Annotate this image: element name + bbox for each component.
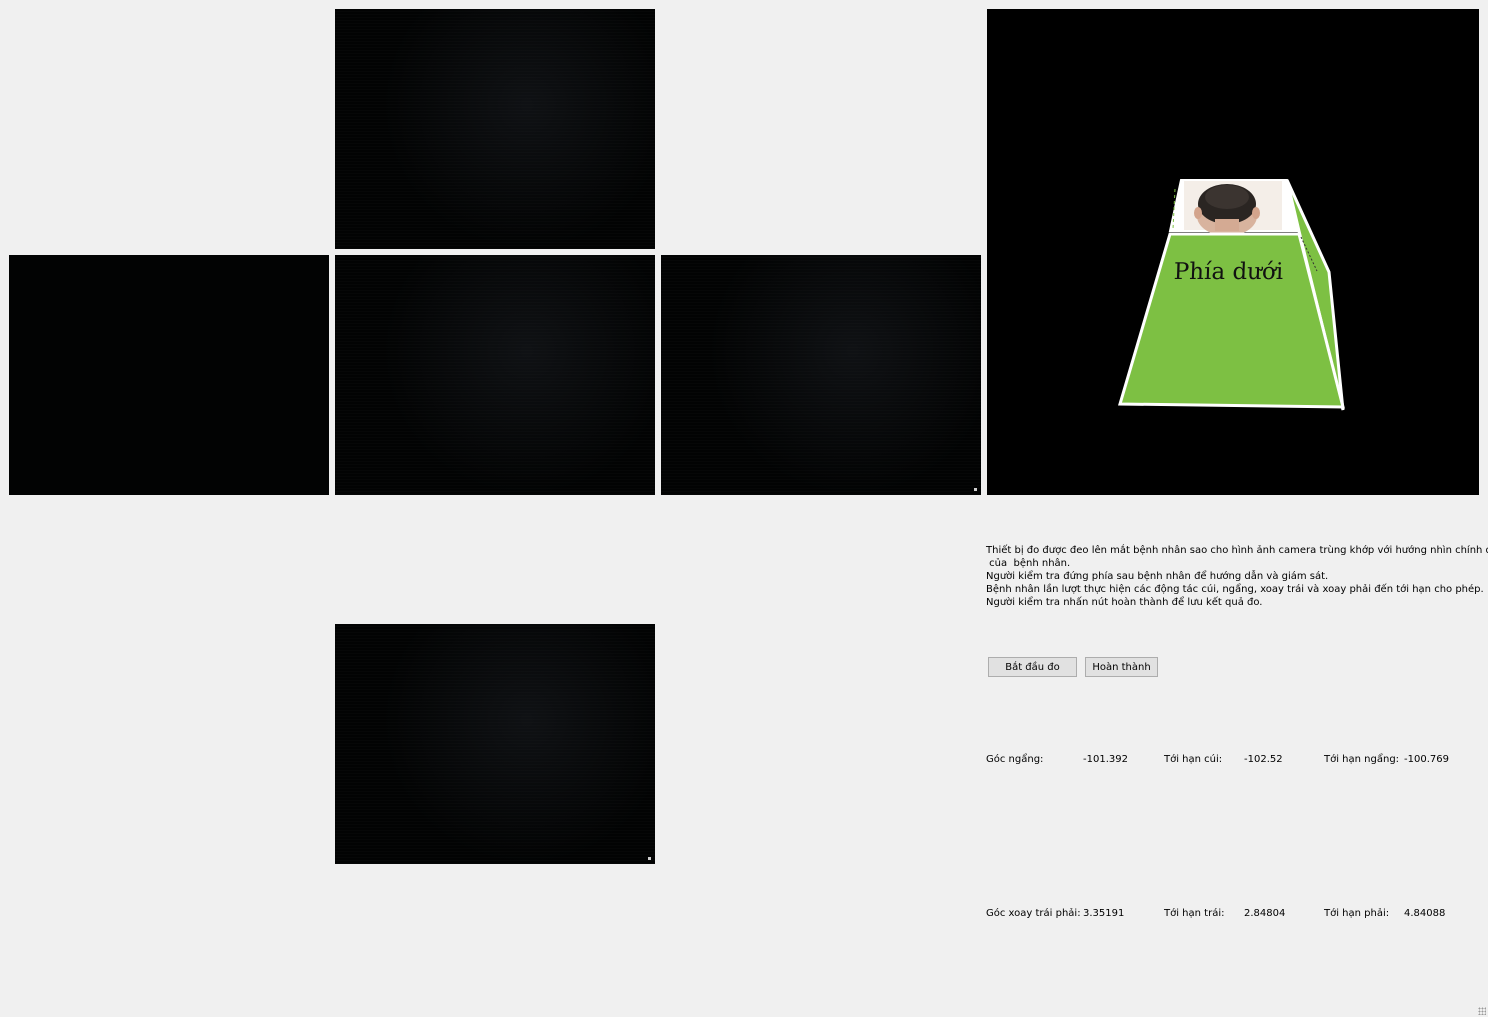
head-orientation-3d-view: Phía dưới — [987, 9, 1479, 495]
instruction-line: Thiết bị đo được đeo lên mắt bệnh nhân s… — [986, 545, 1488, 556]
camera-view-top — [335, 9, 655, 249]
yaw-max-label: Tới hạn phải: — [1324, 908, 1390, 919]
instructions-text: Thiết bị đo được đeo lên mắt bệnh nhân s… — [986, 544, 1488, 609]
resize-grip-icon[interactable] — [1478, 1007, 1486, 1015]
orientation-model: Phía dưới — [1118, 179, 1345, 411]
instruction-line: Bệnh nhân lần lượt thực hiện các động tá… — [986, 584, 1484, 595]
finish-button[interactable]: Hoàn thành — [1085, 657, 1158, 677]
yaw-max-value: 4.84088 — [1404, 908, 1446, 919]
pitch-max-value: -100.769 — [1404, 754, 1449, 765]
yaw-min-value: 2.84804 — [1244, 908, 1286, 919]
camera-marker — [648, 857, 651, 860]
model-face-label: Phía dưới — [1173, 259, 1283, 285]
instruction-line: Người kiểm tra nhấn nút hoàn thành để lư… — [986, 597, 1263, 608]
yaw-min-label: Tới hạn trái: — [1164, 908, 1225, 919]
camera-view-center — [335, 255, 655, 495]
pitch-angle-label: Góc ngẩng: — [986, 754, 1044, 765]
pitch-angle-value: -101.392 — [1083, 754, 1128, 765]
start-measure-button[interactable]: Bắt đầu đo — [988, 657, 1077, 677]
yaw-angle-label: Góc xoay trái phải: — [986, 908, 1081, 919]
pitch-min-value: -102.52 — [1244, 754, 1283, 765]
instruction-line: của bệnh nhân. — [986, 558, 1071, 569]
yaw-angle-value: 3.35191 — [1083, 908, 1125, 919]
camera-marker — [974, 488, 977, 491]
pitch-max-label: Tới hạn ngẩng: — [1324, 754, 1400, 765]
pitch-min-label: Tới hạn cúi: — [1164, 754, 1223, 765]
camera-view-left — [9, 255, 329, 495]
instruction-line: Người kiểm tra đứng phía sau bệnh nhân đ… — [986, 571, 1329, 582]
camera-view-bottom — [335, 624, 655, 864]
head-back-photo-icon — [1172, 181, 1282, 236]
camera-view-right — [661, 255, 981, 495]
